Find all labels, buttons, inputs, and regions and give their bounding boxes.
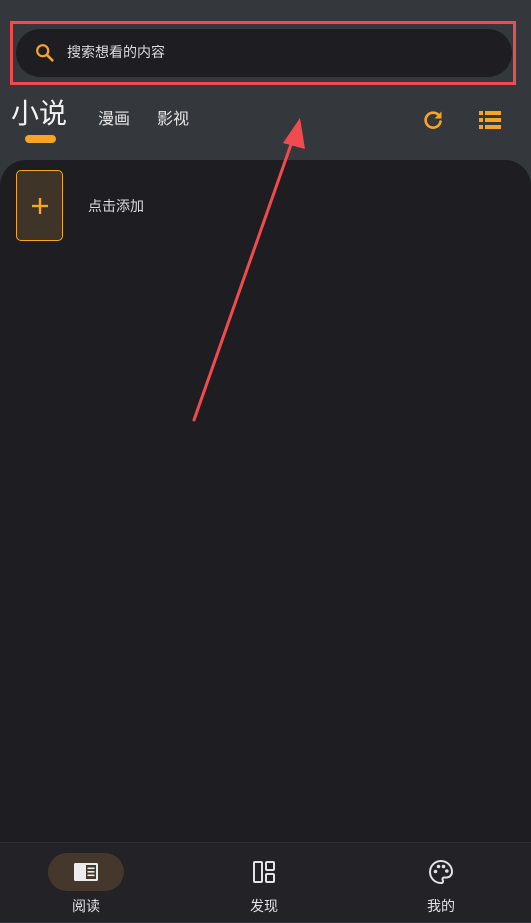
nav-item-discover[interactable]: 发现 bbox=[204, 843, 324, 923]
search-placeholder[interactable]: 搜索想看的内容 bbox=[67, 29, 165, 77]
plus-icon bbox=[32, 198, 48, 214]
bookshelf-area: 点击添加 bbox=[0, 160, 531, 842]
tab-novel[interactable]: 小说 bbox=[11, 94, 67, 134]
search-bar[interactable]: 搜索想看的内容 bbox=[16, 29, 512, 77]
tab-active-indicator bbox=[25, 135, 56, 143]
nav-label-read: 阅读 bbox=[72, 899, 100, 915]
dashboard-icon bbox=[253, 861, 275, 883]
palette-icon bbox=[429, 859, 454, 885]
tab-video[interactable]: 影视 bbox=[157, 108, 189, 130]
nav-item-mine[interactable]: 我的 bbox=[381, 843, 501, 923]
tab-comic[interactable]: 漫画 bbox=[98, 108, 130, 130]
nav-item-read[interactable]: 阅读 bbox=[26, 843, 146, 923]
book-icon bbox=[74, 863, 98, 881]
refresh-icon[interactable] bbox=[421, 108, 445, 132]
app-header: 搜索想看的内容 小说 漫画 影视 bbox=[0, 0, 531, 160]
list-view-icon[interactable] bbox=[477, 109, 503, 131]
nav-label-mine: 我的 bbox=[427, 899, 455, 915]
add-book-button[interactable] bbox=[16, 170, 63, 241]
add-book-label[interactable]: 点击添加 bbox=[88, 197, 144, 217]
nav-label-discover: 发现 bbox=[250, 899, 278, 915]
search-icon bbox=[36, 44, 54, 62]
bottom-navigation: 阅读 发现 我的 bbox=[0, 842, 531, 922]
